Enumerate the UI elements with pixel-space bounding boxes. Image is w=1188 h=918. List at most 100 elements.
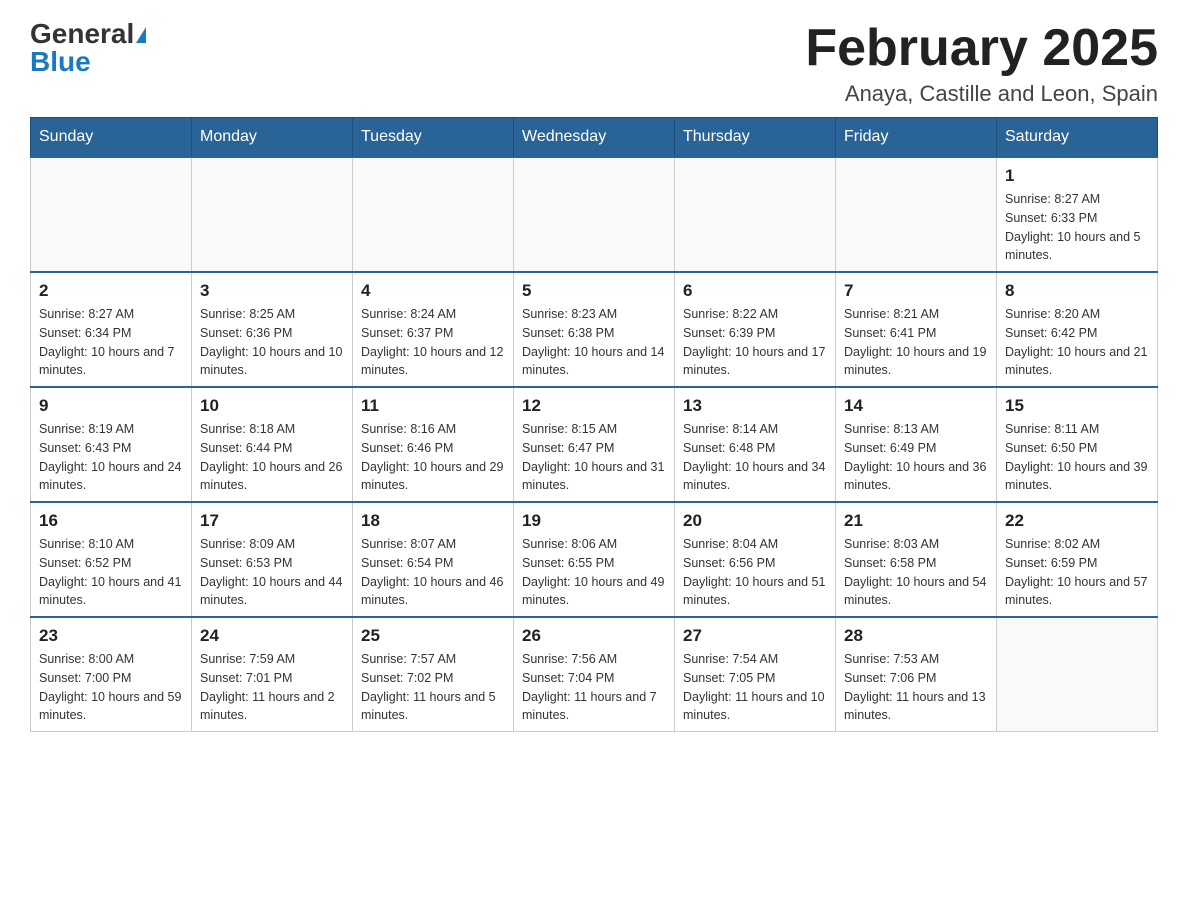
calendar-cell: 15Sunrise: 8:11 AM Sunset: 6:50 PM Dayli…: [997, 387, 1158, 502]
day-info: Sunrise: 7:53 AM Sunset: 7:06 PM Dayligh…: [844, 650, 988, 725]
day-info: Sunrise: 8:10 AM Sunset: 6:52 PM Dayligh…: [39, 535, 183, 610]
logo-general: General: [30, 18, 134, 49]
col-friday: Friday: [836, 118, 997, 158]
day-info: Sunrise: 8:09 AM Sunset: 6:53 PM Dayligh…: [200, 535, 344, 610]
logo-blue: Blue: [30, 48, 91, 76]
day-number: 27: [683, 626, 827, 646]
calendar-cell: 7Sunrise: 8:21 AM Sunset: 6:41 PM Daylig…: [836, 272, 997, 387]
calendar-cell: 20Sunrise: 8:04 AM Sunset: 6:56 PM Dayli…: [675, 502, 836, 617]
day-number: 26: [522, 626, 666, 646]
page-header: General Blue February 2025 Anaya, Castil…: [30, 20, 1158, 107]
logo-triangle-icon: [136, 27, 146, 43]
title-block: February 2025 Anaya, Castille and Leon, …: [805, 20, 1158, 107]
week-row-2: 2 Sunrise: 8:27 AM Sunset: 6:34 PM Daylig…: [31, 272, 1158, 387]
day-number: 14: [844, 396, 988, 416]
day-info: Sunrise: 8:07 AM Sunset: 6:54 PM Dayligh…: [361, 535, 505, 610]
day-number: 3: [200, 281, 344, 301]
calendar-cell: 4 Sunrise: 8:24 AM Sunset: 6:37 PM Daylig…: [353, 272, 514, 387]
calendar-cell: 28 Sunrise: 7:53 AM Sunset: 7:06 PM Dayli…: [836, 617, 997, 732]
calendar-cell: 23 Sunrise: 8:00 AM Sunset: 7:00 PM Dayli…: [31, 617, 192, 732]
day-info: Sunrise: 8:15 AM Sunset: 6:47 PM Dayligh…: [522, 420, 666, 495]
day-number: 12: [522, 396, 666, 416]
calendar-cell: [675, 157, 836, 272]
calendar-cell: 22 Sunrise: 8:02 AM Sunset: 6:59 PM Dayli…: [997, 502, 1158, 617]
calendar-cell: 26 Sunrise: 7:56 AM Sunset: 7:04 PM Dayli…: [514, 617, 675, 732]
calendar-cell: 16Sunrise: 8:10 AM Sunset: 6:52 PM Dayli…: [31, 502, 192, 617]
calendar-cell: 18 Sunrise: 8:07 AM Sunset: 6:54 PM Dayli…: [353, 502, 514, 617]
day-number: 18: [361, 511, 505, 531]
day-number: 2: [39, 281, 183, 301]
day-info: Sunrise: 7:59 AM Sunset: 7:01 PM Dayligh…: [200, 650, 344, 725]
calendar-cell: 19 Sunrise: 8:06 AM Sunset: 6:55 PM Dayli…: [514, 502, 675, 617]
day-info: Sunrise: 8:18 AM Sunset: 6:44 PM Dayligh…: [200, 420, 344, 495]
location-title: Anaya, Castille and Leon, Spain: [805, 81, 1158, 107]
day-number: 17: [200, 511, 344, 531]
calendar-header-row: Sunday Monday Tuesday Wednesday Thursday…: [31, 118, 1158, 158]
calendar-cell: [31, 157, 192, 272]
col-saturday: Saturday: [997, 118, 1158, 158]
calendar-cell: 5 Sunrise: 8:23 AM Sunset: 6:38 PM Daylig…: [514, 272, 675, 387]
calendar-cell: [353, 157, 514, 272]
calendar-cell: [192, 157, 353, 272]
day-info: Sunrise: 8:02 AM Sunset: 6:59 PM Dayligh…: [1005, 535, 1149, 610]
day-number: 5: [522, 281, 666, 301]
day-info: Sunrise: 8:24 AM Sunset: 6:37 PM Dayligh…: [361, 305, 505, 380]
calendar-cell: [997, 617, 1158, 732]
day-info: Sunrise: 8:19 AM Sunset: 6:43 PM Dayligh…: [39, 420, 183, 495]
calendar-cell: 10Sunrise: 8:18 AM Sunset: 6:44 PM Dayli…: [192, 387, 353, 502]
calendar-cell: 21 Sunrise: 8:03 AM Sunset: 6:58 PM Dayli…: [836, 502, 997, 617]
logo: General Blue: [30, 20, 146, 76]
calendar-cell: 3 Sunrise: 8:25 AM Sunset: 6:36 PM Daylig…: [192, 272, 353, 387]
day-info: Sunrise: 7:57 AM Sunset: 7:02 PM Dayligh…: [361, 650, 505, 725]
day-number: 7: [844, 281, 988, 301]
day-info: Sunrise: 7:56 AM Sunset: 7:04 PM Dayligh…: [522, 650, 666, 725]
col-sunday: Sunday: [31, 118, 192, 158]
calendar-cell: 1Sunrise: 8:27 AM Sunset: 6:33 PM Daylig…: [997, 157, 1158, 272]
col-wednesday: Wednesday: [514, 118, 675, 158]
calendar-cell: 6Sunrise: 8:22 AM Sunset: 6:39 PM Daylig…: [675, 272, 836, 387]
day-number: 1: [1005, 166, 1149, 186]
day-info: Sunrise: 8:16 AM Sunset: 6:46 PM Dayligh…: [361, 420, 505, 495]
week-row-5: 23 Sunrise: 8:00 AM Sunset: 7:00 PM Dayli…: [31, 617, 1158, 732]
calendar-cell: 11 Sunrise: 8:16 AM Sunset: 6:46 PM Dayli…: [353, 387, 514, 502]
calendar-cell: [514, 157, 675, 272]
day-number: 8: [1005, 281, 1149, 301]
calendar-cell: 12 Sunrise: 8:15 AM Sunset: 6:47 PM Dayli…: [514, 387, 675, 502]
calendar-cell: 8 Sunrise: 8:20 AM Sunset: 6:42 PM Daylig…: [997, 272, 1158, 387]
week-row-4: 16Sunrise: 8:10 AM Sunset: 6:52 PM Dayli…: [31, 502, 1158, 617]
day-number: 22: [1005, 511, 1149, 531]
day-number: 4: [361, 281, 505, 301]
day-info: Sunrise: 7:54 AM Sunset: 7:05 PM Dayligh…: [683, 650, 827, 725]
day-info: Sunrise: 8:23 AM Sunset: 6:38 PM Dayligh…: [522, 305, 666, 380]
col-monday: Monday: [192, 118, 353, 158]
day-number: 11: [361, 396, 505, 416]
day-number: 21: [844, 511, 988, 531]
day-number: 24: [200, 626, 344, 646]
calendar-cell: 24 Sunrise: 7:59 AM Sunset: 7:01 PM Dayli…: [192, 617, 353, 732]
calendar-cell: 2 Sunrise: 8:27 AM Sunset: 6:34 PM Daylig…: [31, 272, 192, 387]
calendar-cell: 14 Sunrise: 8:13 AM Sunset: 6:49 PM Dayli…: [836, 387, 997, 502]
day-number: 23: [39, 626, 183, 646]
day-number: 13: [683, 396, 827, 416]
day-number: 28: [844, 626, 988, 646]
day-number: 6: [683, 281, 827, 301]
day-info: Sunrise: 8:13 AM Sunset: 6:49 PM Dayligh…: [844, 420, 988, 495]
logo-text: General: [30, 20, 146, 48]
day-number: 19: [522, 511, 666, 531]
day-info: Sunrise: 8:00 AM Sunset: 7:00 PM Dayligh…: [39, 650, 183, 725]
month-title: February 2025: [805, 20, 1158, 77]
calendar-cell: 13 Sunrise: 8:14 AM Sunset: 6:48 PM Dayli…: [675, 387, 836, 502]
week-row-1: 1Sunrise: 8:27 AM Sunset: 6:33 PM Daylig…: [31, 157, 1158, 272]
calendar-cell: 9Sunrise: 8:19 AM Sunset: 6:43 PM Daylig…: [31, 387, 192, 502]
calendar-cell: [836, 157, 997, 272]
day-info: Sunrise: 8:06 AM Sunset: 6:55 PM Dayligh…: [522, 535, 666, 610]
day-info: Sunrise: 8:25 AM Sunset: 6:36 PM Dayligh…: [200, 305, 344, 380]
day-info: Sunrise: 8:03 AM Sunset: 6:58 PM Dayligh…: [844, 535, 988, 610]
calendar-cell: 25 Sunrise: 7:57 AM Sunset: 7:02 PM Dayli…: [353, 617, 514, 732]
day-info: Sunrise: 8:11 AM Sunset: 6:50 PM Dayligh…: [1005, 420, 1149, 495]
day-info: Sunrise: 8:14 AM Sunset: 6:48 PM Dayligh…: [683, 420, 827, 495]
day-number: 25: [361, 626, 505, 646]
day-info: Sunrise: 8:20 AM Sunset: 6:42 PM Dayligh…: [1005, 305, 1149, 380]
calendar-table: Sunday Monday Tuesday Wednesday Thursday…: [30, 117, 1158, 732]
day-info: Sunrise: 8:27 AM Sunset: 6:34 PM Dayligh…: [39, 305, 183, 380]
